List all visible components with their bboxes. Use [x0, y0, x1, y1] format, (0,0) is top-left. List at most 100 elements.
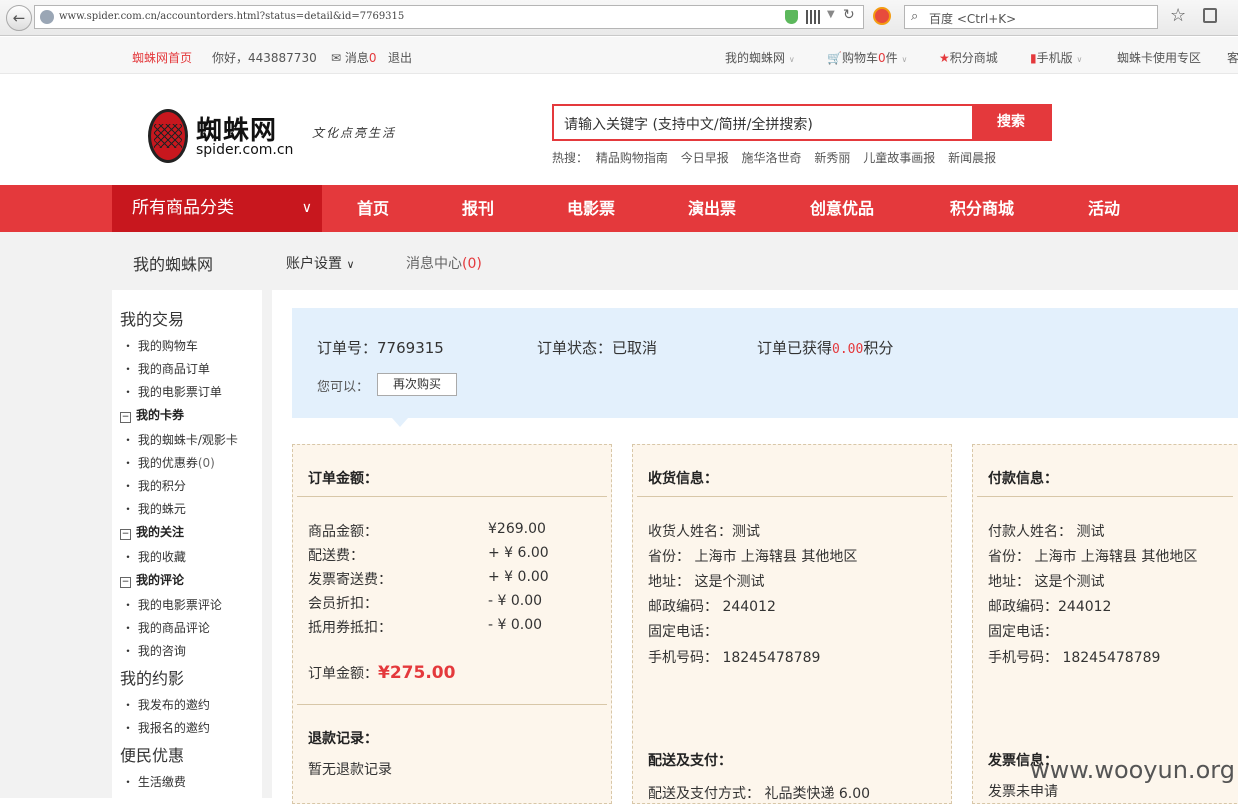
info-label: 邮政编码：: [988, 599, 1058, 615]
sidebar-item-movie-reviews[interactable]: ・ 我的电影票评论: [122, 596, 222, 613]
info-row: 邮政编码： 244012: [648, 596, 776, 616]
globe-icon: [40, 10, 54, 24]
hot-item[interactable]: 新闻晨报: [948, 151, 996, 165]
logo-domain: spider.com.cn: [196, 142, 294, 158]
divider: [637, 496, 947, 497]
points-mall-label: 积分商城: [949, 51, 998, 65]
sidebar-item-points[interactable]: ・ 我的积分: [122, 477, 186, 494]
browser-search-input[interactable]: ⌕ 百度 <Ctrl+K>: [904, 5, 1158, 29]
account-sidebar: 我的交易 ・ 我的购物车 ・ 我的商品订单 ・ 我的电影票订单 − 我的卡券 ・ …: [112, 290, 262, 798]
order-points-label: 订单已获得: [757, 339, 833, 357]
my-spider-title[interactable]: 我的蜘蛛网: [133, 251, 213, 275]
back-arrow-icon[interactable]: ←: [6, 5, 32, 31]
sidebar-item-label: 生活缴费: [137, 775, 186, 789]
collapse-icon[interactable]: −: [120, 412, 131, 423]
service-link[interactable]: 客: [1227, 49, 1238, 66]
info-row: 固定电话：: [988, 621, 1058, 641]
order-number-label: 订单号：: [317, 339, 378, 357]
address-bar[interactable]: www.spider.com.cn/accountorders.html?sta…: [34, 5, 864, 29]
mobile-link[interactable]: ▮手机版 ∨: [1030, 49, 1082, 66]
account-settings-menu[interactable]: 账户设置 ∨: [286, 253, 355, 273]
info-value: 测试: [732, 524, 760, 540]
watermark: www.wooyun.org: [1030, 756, 1235, 784]
info-label: 邮政编码：: [648, 599, 718, 615]
points-mall-link[interactable]: ★积分商城: [939, 49, 998, 66]
all-categories-menu[interactable]: 所有商品分类 ∨: [112, 185, 322, 232]
info-value: 244012: [722, 599, 776, 615]
info-value: 上海市 上海辖县 其他地区: [694, 549, 858, 565]
sidebar-heading-trades: 我的交易: [120, 310, 185, 329]
nav-newspapers[interactable]: 报刊: [462, 185, 494, 232]
my-spider-menu[interactable]: 我的蜘蛛网 ∨: [725, 49, 795, 66]
amount-row: 商品金额：: [308, 524, 378, 540]
home-link[interactable]: 蜘蛛网首页: [132, 49, 192, 66]
site-search-input[interactable]: 请输入关键字 (支持中文/简拼/全拼搜索): [554, 106, 972, 139]
sidebar-heading-reviews[interactable]: − 我的评论: [120, 571, 184, 588]
cart-icon: 🛒: [827, 51, 842, 65]
sidebar-item-joined-invitations[interactable]: ・ 我报名的邀约: [122, 719, 210, 736]
spider-web-icon: [154, 124, 182, 148]
sidebar-item-my-invitations[interactable]: ・ 我发布的邀约: [122, 696, 210, 713]
cart-unit: 件: [885, 51, 898, 65]
main-nav: 所有商品分类 ∨ 首页 报刊 电影票 演出票 创意优品 积分商城 活动: [0, 185, 1238, 232]
nav-show-tickets[interactable]: 演出票: [688, 185, 736, 232]
delivery-value: 礼品类快递 6.00: [764, 786, 871, 802]
reload-icon[interactable]: ↻: [843, 7, 855, 23]
sidebar-item-movie-orders[interactable]: ・ 我的电影票订单: [122, 383, 222, 400]
nav-creative-goods[interactable]: 创意优品: [810, 185, 874, 232]
messages-link[interactable]: ✉ 消息0: [331, 49, 377, 66]
hot-item[interactable]: 施华洛世奇: [742, 151, 802, 165]
greeting: 你好，443887730: [212, 51, 317, 65]
cart-link[interactable]: 🛒购物车0件 ∨: [827, 49, 907, 66]
sidebar-item-coupons[interactable]: ・ 我的优惠券(0): [122, 454, 215, 471]
collapse-icon[interactable]: −: [120, 529, 131, 540]
delivery-title: 配送及支付：: [648, 753, 732, 769]
logout-link[interactable]: 退出: [388, 49, 412, 66]
sidebar-heading-follows[interactable]: − 我的关注: [120, 523, 184, 540]
browser-search-placeholder: 百度 <Ctrl+K>: [929, 12, 1017, 26]
nav-home[interactable]: 首页: [357, 185, 389, 232]
sidebar-item-spider-coins[interactable]: ・ 我的蛛元: [122, 500, 186, 517]
chevron-down-icon: ∨: [301, 200, 312, 216]
order-status: 订单状态：已取消: [537, 337, 657, 358]
chevron-down-icon: ∨: [788, 55, 795, 64]
sidebar-item-bill-pay[interactable]: ・ 生活缴费: [122, 773, 186, 790]
info-label: 地址：: [648, 574, 690, 590]
search-button[interactable]: 搜索: [972, 106, 1050, 139]
qr-code-icon[interactable]: [806, 10, 820, 24]
bookmark-star-icon[interactable]: ☆: [1170, 5, 1186, 26]
account-subbar: 我的蜘蛛网 账户设置 ∨ 消息中心(0): [0, 232, 1238, 290]
info-label: 固定电话：: [988, 624, 1058, 640]
nav-movie-tickets[interactable]: 电影票: [567, 185, 615, 232]
site-top-bar: 蜘蛛网首页 你好，443887730 ✉ 消息0 退出 我的蜘蛛网 ∨ 🛒购物车…: [0, 37, 1238, 74]
nav-points-mall[interactable]: 积分商城: [950, 185, 1014, 232]
sidebar-item-product-reviews[interactable]: ・ 我的商品评论: [122, 619, 210, 636]
sidebar-item-inquiries[interactable]: ・ 我的咨询: [122, 642, 186, 659]
sidebar-item-favorites[interactable]: ・ 我的收藏: [122, 548, 186, 565]
hot-item[interactable]: 新秀丽: [814, 151, 850, 165]
dropdown-arrow-icon[interactable]: ▼: [827, 9, 835, 20]
message-center-link[interactable]: 消息中心(0): [406, 253, 482, 273]
nav-events[interactable]: 活动: [1088, 185, 1120, 232]
message-center-label: 消息中心: [406, 256, 462, 272]
sidebar-item-cart[interactable]: ・ 我的购物车: [122, 337, 198, 354]
collapse-icon[interactable]: −: [120, 577, 131, 588]
amount-value: + ¥ 6.00: [488, 545, 549, 561]
hot-item[interactable]: 儿童故事画报: [863, 151, 935, 165]
rebuy-button[interactable]: 再次购买: [377, 373, 457, 396]
sidebar-heading-cards[interactable]: − 我的卡券: [120, 406, 184, 423]
hot-item[interactable]: 精品购物指南: [596, 151, 668, 165]
reading-list-icon[interactable]: [1203, 8, 1217, 23]
amount-value: ¥269.00: [488, 521, 546, 537]
info-value: 上海市 上海辖县 其他地区: [1034, 549, 1198, 565]
browser-toolbar: ← www.spider.com.cn/accountorders.html?s…: [0, 0, 1238, 36]
sidebar-item-product-orders[interactable]: ・ 我的商品订单: [122, 360, 210, 377]
addon-icon[interactable]: [873, 7, 891, 25]
sidebar-item-spider-cards[interactable]: ・ 我的蜘蛛卡/观影卡: [122, 431, 238, 448]
total-value: ¥275.00: [378, 663, 456, 683]
hot-item[interactable]: 今日早报: [681, 151, 729, 165]
info-row: 手机号码： 18245478789: [988, 647, 1160, 667]
card-zone-link[interactable]: 蜘蛛卡使用专区: [1117, 49, 1201, 66]
sidebar-item-label: 我的积分: [137, 479, 186, 493]
shield-icon[interactable]: [785, 10, 798, 24]
